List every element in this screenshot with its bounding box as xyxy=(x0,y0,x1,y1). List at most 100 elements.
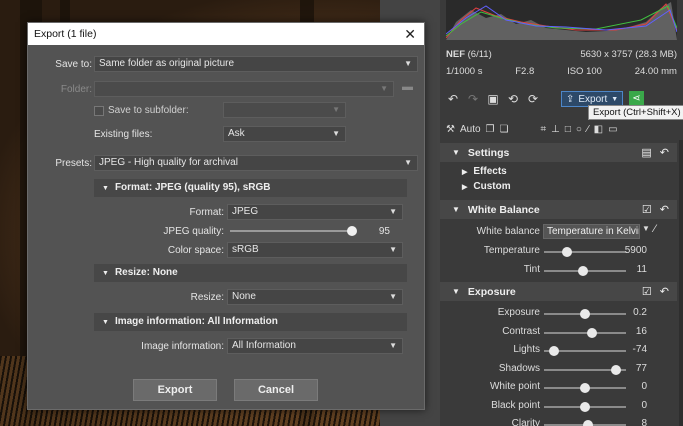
slider-label-temperature: Temperature xyxy=(483,245,540,256)
subfolder-select[interactable]: ▼ xyxy=(223,102,346,118)
reset-icon[interactable]: ↶ xyxy=(660,203,669,216)
chevron-down-icon: ▼ xyxy=(404,158,412,167)
format-group-title: Format: JPEG (quality 95), sRGB xyxy=(114,182,271,193)
crop-icon[interactable]: ⌗ xyxy=(540,124,546,135)
chevron-down-icon: ▼ xyxy=(389,292,397,301)
slider-knob[interactable] xyxy=(586,327,597,338)
magic-wand-icon[interactable]: ⚒ xyxy=(446,124,455,135)
resize-group-header[interactable]: ▼ Resize: None xyxy=(94,264,407,282)
save-to-select[interactable]: Same folder as original picture ▼ xyxy=(94,56,418,72)
chevron-down-icon: ▼ xyxy=(389,245,397,254)
color-space-value: sRGB xyxy=(232,244,259,255)
folder-select[interactable]: ▼ xyxy=(94,81,394,97)
expand-icon: ▶ xyxy=(462,169,468,176)
rotate-left-icon[interactable]: ⟲ xyxy=(506,92,520,106)
checkbox-icon[interactable]: ☑ xyxy=(642,285,652,298)
slider-value: 0.2 xyxy=(633,307,647,318)
slider-knob[interactable] xyxy=(347,226,357,236)
slider-label-lights: Lights xyxy=(513,344,540,355)
resize-value: None xyxy=(232,291,256,302)
slider-knob[interactable] xyxy=(580,401,590,412)
subsection-title: Effects xyxy=(473,166,507,177)
subsection-effects[interactable]: ▶ Effects xyxy=(462,166,507,177)
white-balance-value: Temperature in Kelvin xyxy=(547,226,640,237)
exif-row: 1/1000 s F2.8 ISO 100 24.00 mm xyxy=(446,66,677,77)
undo-icon[interactable]: ↶ xyxy=(446,92,460,106)
reset-icon[interactable]: ↶ xyxy=(660,146,669,159)
auto-button[interactable]: Auto xyxy=(460,124,481,135)
brush-icon[interactable]: ∕ xyxy=(587,124,589,135)
resize-select[interactable]: None ▼ xyxy=(227,289,403,305)
image-info-select[interactable]: All Information ▼ xyxy=(227,338,403,354)
image-icon[interactable]: ▣ xyxy=(486,92,500,106)
folder-label: Folder: xyxy=(60,84,92,95)
slider-knob[interactable] xyxy=(583,420,594,426)
rotate-right-icon[interactable]: ⟳ xyxy=(526,92,540,106)
color-space-label: Color space: xyxy=(167,245,224,256)
save-to-label: Save to: xyxy=(55,59,92,70)
panel-scrollbar[interactable] xyxy=(679,140,683,426)
section-exposure[interactable]: ▼ Exposure ☑ ↶ xyxy=(440,282,677,301)
slider-value: 0 xyxy=(641,399,647,411)
white-balance-select[interactable]: Temperature in Kelvin xyxy=(543,224,640,239)
reset-icon[interactable]: ↶ xyxy=(660,285,669,298)
slider-value: 77 xyxy=(635,362,647,374)
redo-icon[interactable]: ↷ xyxy=(466,92,480,106)
section-white-balance[interactable]: ▼ White Balance ☑ ↶ xyxy=(440,200,677,219)
right-panel: NEF (6/11) 5630 x 3757 (28.3 MB) 1/1000 … xyxy=(440,0,683,426)
histogram xyxy=(446,0,677,40)
cancel-button[interactable]: Cancel xyxy=(234,379,318,401)
existing-files-label: Existing files: xyxy=(94,129,153,140)
chevron-down-icon: ▼ xyxy=(332,105,340,114)
presets-label: Presets: xyxy=(55,158,92,169)
slider-knob[interactable] xyxy=(580,383,590,393)
slider-value: 8 xyxy=(641,418,647,426)
format-select[interactable]: JPEG ▼ xyxy=(227,204,403,220)
chevron-down-icon: ▼ xyxy=(404,59,412,68)
rect-select-icon[interactable]: □ xyxy=(565,124,571,135)
slider-value: -74 xyxy=(632,344,647,355)
chevron-down-icon: ▼ xyxy=(380,84,388,93)
export-dialog: Export (1 file) ✕ Save to: Same folder a… xyxy=(27,22,425,410)
subsection-custom[interactable]: ▶ Custom xyxy=(462,181,511,192)
slider-knob[interactable] xyxy=(578,266,589,276)
slider-value: 11 xyxy=(636,264,647,275)
image-info-label: Image information: xyxy=(141,341,224,352)
copy-icon[interactable]: ❐ xyxy=(486,124,495,135)
export-dialog-button[interactable]: Export xyxy=(133,379,217,401)
section-title: White Balance xyxy=(467,203,540,216)
circle-select-icon[interactable]: ○ xyxy=(576,124,582,135)
eraser-icon[interactable]: ▭ xyxy=(608,124,617,135)
slider-knob[interactable] xyxy=(548,346,559,356)
image-dimensions: 5630 x 3757 (28.3 MB) xyxy=(580,49,677,60)
folder-icon[interactable]: ▬ xyxy=(402,81,413,93)
color-space-select[interactable]: sRGB ▼ xyxy=(227,242,403,258)
share-icon: ⋖ xyxy=(632,93,641,104)
chevron-down-icon[interactable]: ▼ xyxy=(611,96,618,103)
paste-icon[interactable]: ❏ xyxy=(500,124,509,135)
format-label: Format: xyxy=(189,207,224,218)
save-icon[interactable]: ▤ xyxy=(641,146,651,159)
existing-files-select[interactable]: Ask ▼ xyxy=(223,126,346,142)
checkbox-icon[interactable]: ☑ xyxy=(642,203,652,216)
slider-knob[interactable] xyxy=(561,247,572,257)
gradient-icon[interactable]: ◧ xyxy=(594,124,603,135)
collapse-icon: ▼ xyxy=(452,148,460,157)
format-group-header[interactable]: ▼ Format: JPEG (quality 95), sRGB xyxy=(94,179,407,197)
image-info-group-header[interactable]: ▼ Image information: All Information xyxy=(94,313,407,331)
tools-row: ⚒ Auto ❐ ❏ ⌗ ⊥ □ ○ ∕ ◧ ▭ xyxy=(446,121,677,137)
jpeg-quality-slider[interactable] xyxy=(230,226,357,236)
resize-label: Resize: xyxy=(190,292,224,303)
slider-knob[interactable] xyxy=(580,309,590,319)
ruler-icon[interactable]: ⊥ xyxy=(551,124,560,135)
presets-select[interactable]: JPEG - High quality for archival ▼ xyxy=(94,155,418,171)
eyedropper-icon[interactable]: ⁄ xyxy=(654,223,656,235)
section-settings[interactable]: ▼ Settings ▤ ↶ xyxy=(440,143,677,162)
dialog-title: Export (1 file) ✕ xyxy=(28,23,424,45)
export-label: Export xyxy=(578,93,608,105)
close-icon[interactable]: ✕ xyxy=(404,23,416,45)
save-to-subfolder-checkbox[interactable] xyxy=(94,106,104,116)
save-to-subfolder-label: Save to subfolder: xyxy=(108,105,189,116)
slider-label-tint: Tint xyxy=(523,264,540,275)
collapse-icon: ▼ xyxy=(102,185,109,192)
